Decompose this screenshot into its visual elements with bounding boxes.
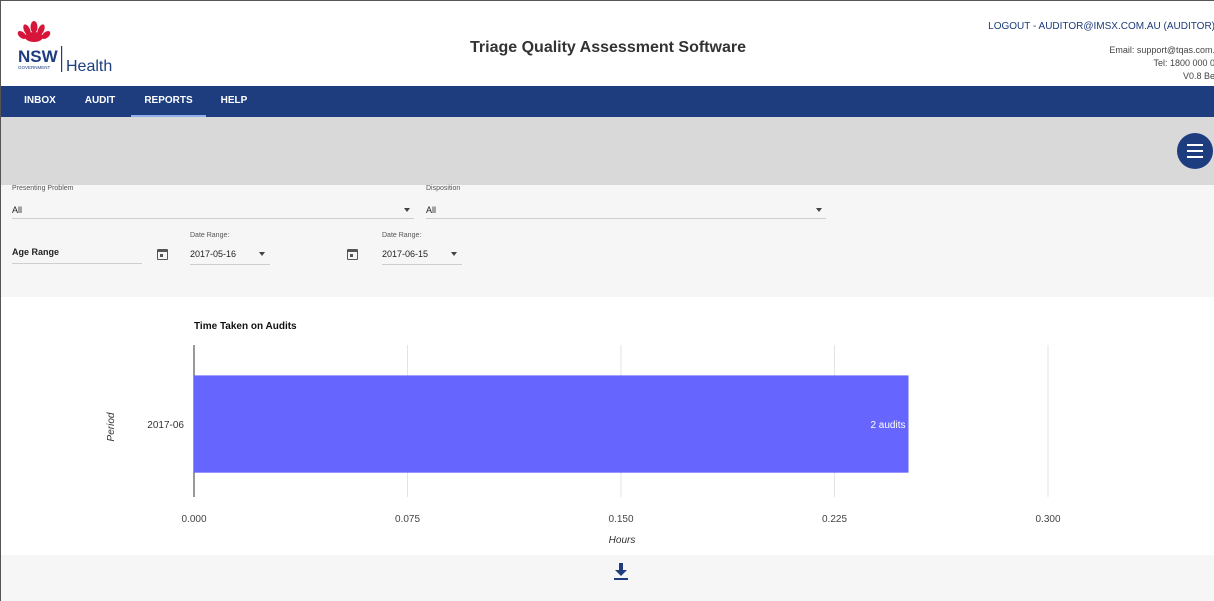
x-tick-label: 0.150 — [608, 514, 633, 525]
nav-item-reports[interactable]: REPORTS — [131, 86, 206, 117]
chevron-down-icon[interactable] — [404, 208, 410, 212]
bar-data-label: 2 audits — [870, 420, 905, 431]
logout-link[interactable]: LOGOUT - AUDITOR@IMSX.COM.AU (AUDITOR) — [988, 21, 1214, 32]
age-range-input[interactable]: Age Range — [12, 247, 59, 257]
calendar-icon[interactable] — [347, 249, 358, 260]
date-from-label: Date Range: — [190, 232, 230, 239]
date-from-input[interactable]: 2017-05-16 — [190, 249, 236, 259]
chart-footer — [1, 555, 1214, 601]
page-banner — [1, 117, 1214, 185]
nav-item-audit[interactable]: AUDIT — [77, 86, 123, 117]
hamburger-menu-icon-line — [1187, 150, 1203, 152]
chevron-down-icon[interactable] — [451, 252, 457, 256]
menu-button[interactable] — [1177, 133, 1213, 169]
chart-panel: Time Taken on Audits 2 audits 0.000 0.075… — [1, 297, 1214, 555]
y-axis-label: Period — [106, 412, 117, 441]
nav-item-help[interactable]: HELP — [211, 86, 257, 117]
y-tick-label: 2017-06 — [147, 420, 184, 431]
date-to-underline — [382, 264, 462, 265]
hamburger-menu-icon — [1187, 144, 1203, 146]
contact-info: Email: support@tqas.com. Tel: 1800 000 0… — [1109, 44, 1214, 83]
presenting-problem-label: Presenting Problem — [12, 185, 74, 192]
date-to-label: Date Range: — [382, 232, 422, 239]
time-taken-chart: Time Taken on Audits 2 audits 0.000 0.075… — [106, 321, 1061, 546]
header: NSW GOVERNMENT Health Triage Quality Ass… — [1, 1, 1214, 86]
chevron-down-icon[interactable] — [816, 208, 822, 212]
disposition-select[interactable]: All — [426, 205, 436, 215]
date-from-underline — [190, 264, 270, 265]
nav-item-inbox[interactable]: INBOX — [15, 86, 65, 117]
disposition-label: Disposition — [426, 185, 461, 192]
app-title: Triage Quality Assessment Software — [470, 39, 746, 56]
main-nav: INBOX AUDIT REPORTS HELP — [1, 86, 1214, 117]
presenting-problem-select[interactable]: All — [12, 205, 22, 215]
calendar-icon[interactable] — [157, 249, 168, 260]
date-to-input[interactable]: 2017-06-15 — [382, 249, 428, 259]
chevron-down-icon[interactable] — [259, 252, 265, 256]
disposition-underline — [426, 218, 826, 219]
presenting-problem-underline — [12, 218, 414, 219]
age-range-underline — [12, 263, 142, 264]
report-filters: Presenting Problem All Disposition All A… — [1, 185, 1214, 297]
download-icon[interactable] — [613, 563, 629, 581]
hamburger-menu-icon-line — [1187, 156, 1203, 158]
x-axis-label: Hours — [609, 535, 636, 546]
x-tick-label: 0.075 — [395, 514, 420, 525]
svg-text:Health: Health — [66, 58, 112, 75]
chart-title: Time Taken on Audits — [194, 321, 297, 332]
support-tel: Tel: 1800 000 0 — [1153, 58, 1214, 68]
app-version: V0.8 Be — [1182, 71, 1214, 81]
support-email: Email: support@tqas.com. — [1109, 45, 1214, 55]
svg-text:GOVERNMENT: GOVERNMENT — [18, 65, 51, 70]
bar[interactable] — [194, 375, 909, 473]
x-tick-label: 0.300 — [1035, 514, 1060, 525]
x-tick-label: 0.000 — [181, 514, 206, 525]
x-tick-label: 0.225 — [822, 514, 847, 525]
